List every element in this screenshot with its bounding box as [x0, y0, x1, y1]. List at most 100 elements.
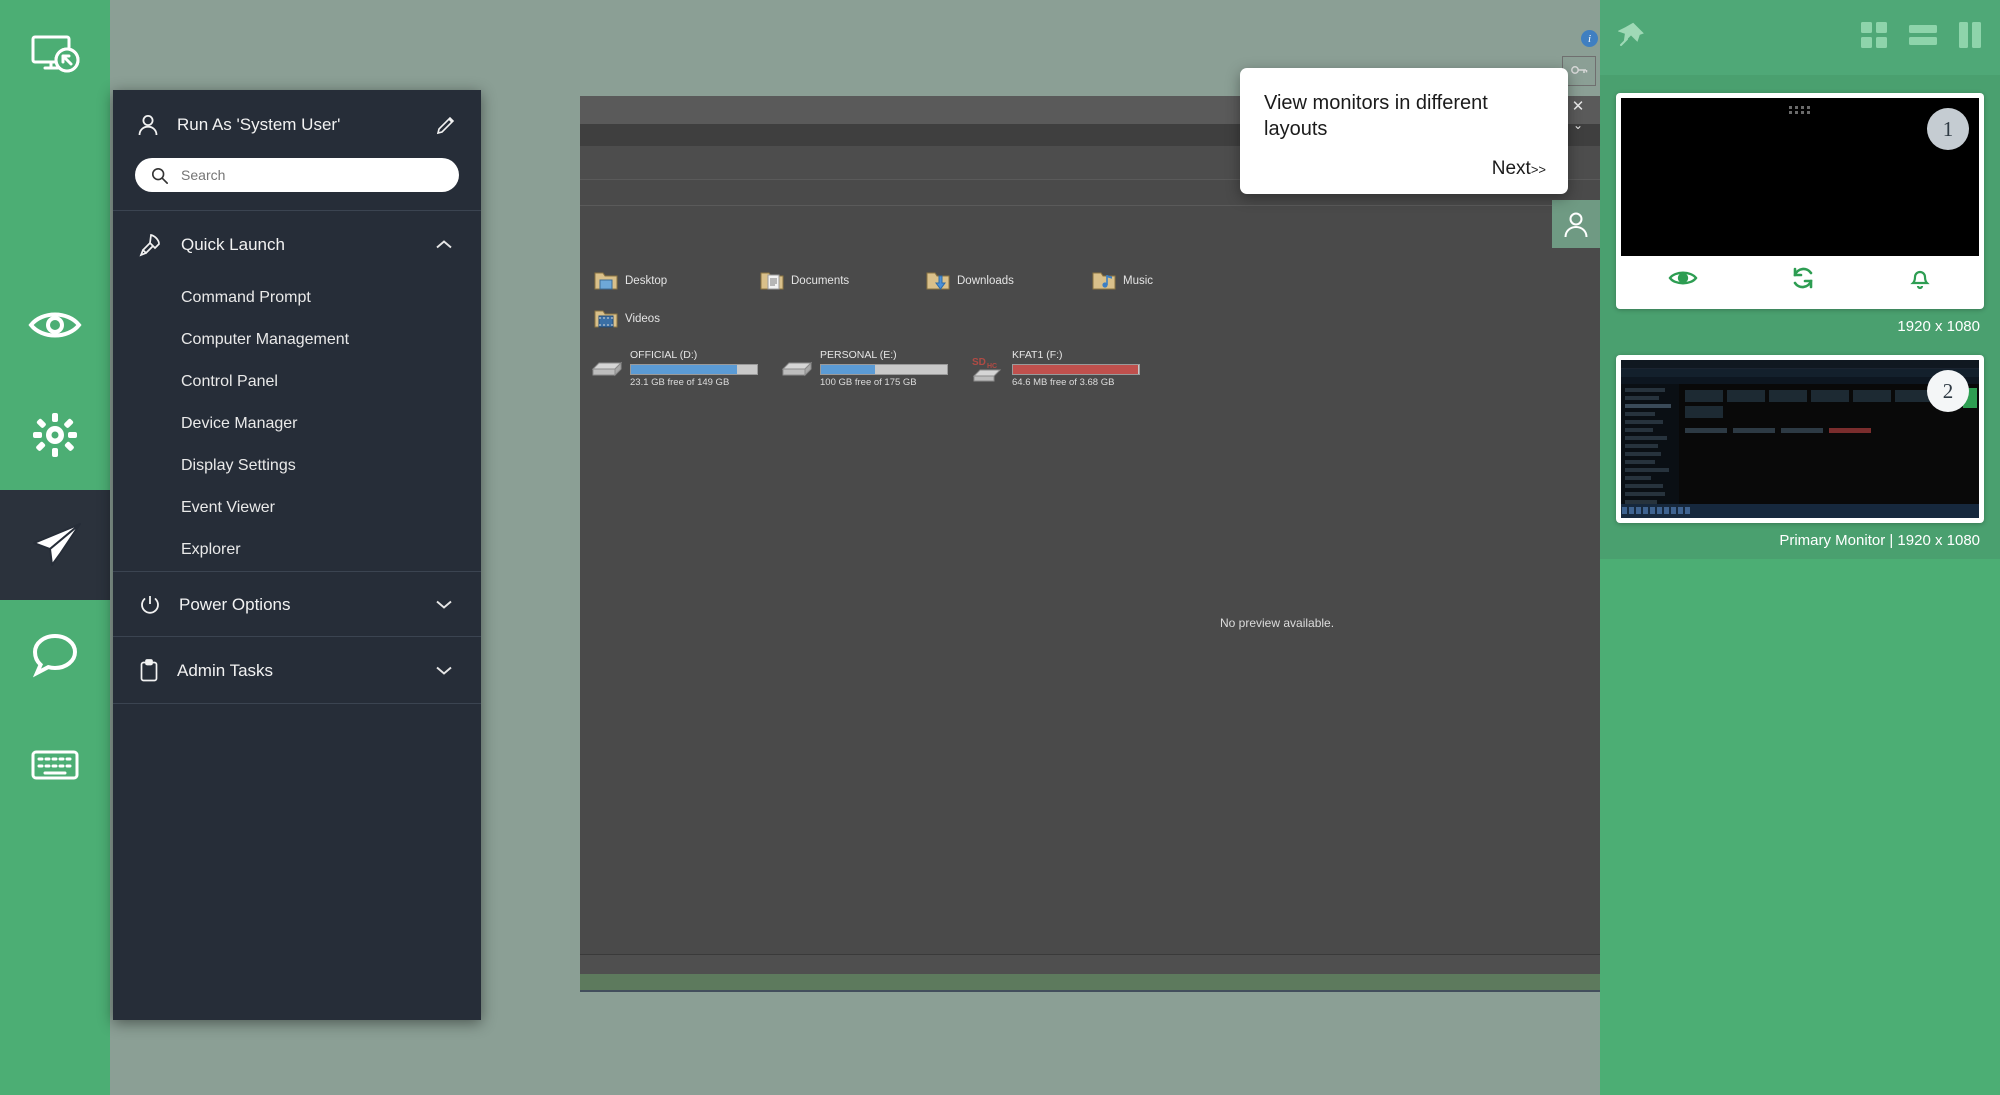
search-box[interactable] — [135, 158, 459, 192]
thumb-titlebar — [1621, 360, 1979, 369]
tooltip-next-chevrons: >> — [1531, 162, 1546, 177]
menu-group-power-options[interactable]: Power Options — [113, 572, 481, 636]
drives-list: OFFICIAL (D:) 23.1 GB free of 149 GB — [590, 349, 1140, 389]
monitor-preview[interactable]: 2 — [1621, 360, 1979, 518]
onboarding-tooltip: View monitors in different layouts Next>… — [1240, 68, 1568, 194]
clipboard-icon — [139, 659, 159, 683]
svg-text:SD: SD — [972, 357, 986, 368]
eye-icon[interactable] — [1668, 268, 1698, 293]
remote-screen-icon[interactable] — [0, 0, 110, 110]
folder-item[interactable]: Downloads — [926, 262, 1092, 300]
chat-icon[interactable] — [0, 600, 110, 710]
drive-item[interactable]: PERSONAL (E:) 100 GB free of 175 GB — [780, 349, 948, 389]
menu-item-event-viewer[interactable]: Event Viewer — [113, 487, 481, 529]
thumb-navpane — [1621, 384, 1679, 504]
drive-item[interactable]: SD HC KFAT1 (F:) 64.6 MB free of 3.68 GB — [970, 349, 1140, 389]
svg-text:HC: HC — [987, 363, 997, 370]
window-statusbar — [580, 954, 1710, 974]
monitor-card[interactable]: 1 — [1616, 93, 1984, 309]
folder-item[interactable]: Desktop — [594, 262, 760, 300]
thumb-drive-bars — [1679, 424, 1979, 437]
pencil-icon[interactable] — [435, 114, 457, 141]
chevron-down-icon[interactable] — [435, 595, 453, 615]
close-icon[interactable]: ✕ — [1572, 100, 1585, 114]
monitor-card[interactable]: 2 — [1616, 355, 1984, 523]
folder-label: Downloads — [957, 275, 1014, 287]
monitor-zone-2: 2 Primary Monitor | 1920 x 1080 — [1600, 345, 2000, 559]
hard-drive-icon — [590, 356, 624, 382]
menu-item-computer-management[interactable]: Computer Management — [113, 319, 481, 361]
folder-item[interactable]: Documents — [760, 262, 926, 300]
menu-item-device-manager[interactable]: Device Manager — [113, 403, 481, 445]
monitor-number-badge: 1 — [1927, 108, 1969, 150]
menu-group-quick-launch[interactable]: Quick Launch — [113, 211, 481, 277]
drive-usage-bar — [820, 364, 948, 375]
rows-layout-icon[interactable] — [1908, 21, 1938, 54]
folder-documents-icon — [760, 270, 784, 292]
drive-name: OFFICIAL (D:) — [630, 349, 758, 362]
monitor-zone-1: 1 — [1600, 75, 2000, 345]
menu-item-explorer[interactable]: Explorer — [113, 529, 481, 571]
menu-group-label: Admin Tasks — [177, 661, 273, 681]
grid-layout-icon[interactable] — [1860, 21, 1888, 54]
thumb-addressbar — [1621, 377, 1979, 384]
user-avatar-icon[interactable] — [1552, 200, 1600, 248]
preview-message: No preview available. — [1220, 616, 1334, 630]
refresh-icon[interactable] — [1791, 266, 1815, 295]
layout-switcher — [1860, 21, 1982, 54]
menu-group-label: Power Options — [179, 595, 291, 615]
menu-group-admin-tasks[interactable]: Admin Tasks — [113, 637, 481, 703]
sd-card-icon: SD HC — [970, 354, 1006, 384]
folder-label: Desktop — [625, 275, 667, 287]
hard-drive-icon — [780, 356, 814, 382]
pin-icon[interactable] — [1618, 22, 1644, 53]
search-input[interactable] — [181, 167, 443, 183]
folder-desktop-icon — [594, 270, 618, 292]
chevron-down-icon[interactable] — [435, 661, 453, 681]
folder-item[interactable]: Music — [1092, 262, 1258, 300]
keyboard-icon[interactable] — [0, 710, 110, 820]
thumb-taskbar — [1621, 504, 1979, 518]
drag-handle[interactable] — [1789, 106, 1811, 114]
folder-row: Videos — [594, 300, 1684, 338]
info-icon[interactable]: i — [1581, 30, 1598, 47]
menu-item-command-prompt[interactable]: Command Prompt — [113, 277, 481, 319]
columns-layout-icon[interactable] — [1958, 21, 1982, 54]
folder-row: Desktop Documents — [594, 262, 1684, 300]
monitor-caption: Primary Monitor | 1920 x 1080 — [1616, 523, 1984, 549]
gear-icon[interactable] — [0, 380, 110, 490]
eye-icon[interactable] — [0, 270, 110, 380]
window-accent-strip — [580, 974, 1710, 990]
monitor-caption: 1920 x 1080 — [1616, 309, 1984, 335]
monitor-panel-header — [1600, 0, 2000, 75]
thumb-ribbon — [1621, 369, 1979, 377]
drive-free-text: 23.1 GB free of 149 GB — [630, 377, 758, 389]
folder-downloads-icon — [926, 270, 950, 292]
drive-free-text: 64.6 MB free of 3.68 GB — [1012, 377, 1140, 389]
menu-divider — [113, 703, 481, 704]
explorer-content: Desktop Documents — [580, 206, 1710, 954]
monitor-preview[interactable]: 1 — [1621, 98, 1979, 256]
power-icon — [139, 594, 161, 616]
send-icon[interactable] — [0, 490, 110, 600]
remote-explorer-window[interactable]: Desktop Documents — [580, 96, 1710, 992]
remote-taskbar[interactable]: ENG 04:19 PM — [580, 990, 1710, 992]
tooltip-text: View monitors in different layouts — [1264, 90, 1546, 143]
monitor-number-badge: 2 — [1927, 370, 1969, 412]
folder-item[interactable]: Videos — [594, 300, 760, 338]
folder-label: Videos — [625, 313, 660, 325]
bell-icon[interactable] — [1908, 265, 1932, 295]
monitor-actions — [1621, 256, 1979, 304]
folders-grid: Desktop Documents — [594, 262, 1684, 338]
rocket-icon — [139, 233, 163, 257]
drive-name: KFAT1 (F:) — [1012, 349, 1140, 362]
chevron-down-icon[interactable]: ⌄ — [1573, 118, 1583, 132]
run-as-user-row[interactable]: Run As 'System User' — [135, 112, 459, 138]
folder-label: Music — [1123, 275, 1153, 287]
search-icon — [151, 166, 168, 185]
menu-item-control-panel[interactable]: Control Panel — [113, 361, 481, 403]
drive-item[interactable]: OFFICIAL (D:) 23.1 GB free of 149 GB — [590, 349, 758, 389]
menu-item-display-settings[interactable]: Display Settings — [113, 445, 481, 487]
tooltip-next-button[interactable]: Next>> — [1492, 158, 1546, 180]
chevron-up-icon[interactable] — [435, 235, 453, 255]
